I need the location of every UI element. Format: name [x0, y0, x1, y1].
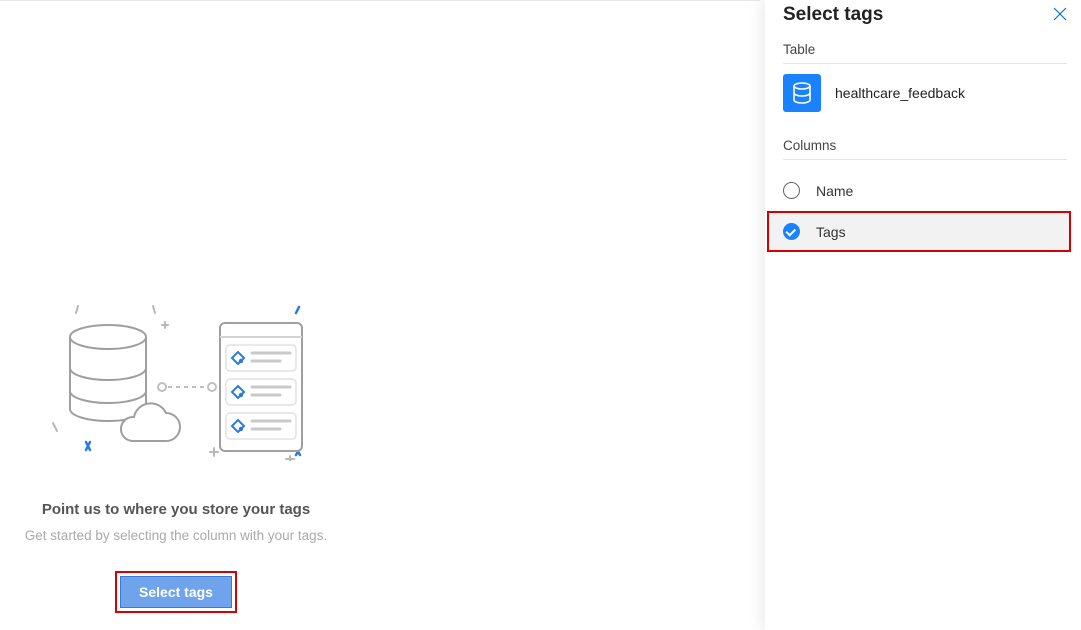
divider [783, 63, 1067, 64]
column-label: Tags [816, 224, 846, 240]
panel-header: Select tags [765, 4, 1081, 42]
database-icon [783, 74, 821, 112]
tags-illustration [46, 301, 306, 461]
select-tags-button[interactable]: Select tags [120, 576, 232, 608]
divider [783, 159, 1067, 160]
empty-state: Point us to where you store your tags Ge… [0, 301, 352, 613]
column-label: Name [816, 183, 853, 199]
columns-section: Columns Name Tags [765, 138, 1081, 252]
empty-state-subtitle: Get started by selecting the column with… [0, 528, 352, 543]
column-option-name[interactable]: Name [765, 170, 1081, 211]
radio-unchecked-icon [783, 182, 800, 199]
column-option-tags[interactable]: Tags [767, 211, 1071, 252]
selected-table-row: healthcare_feedback [765, 74, 1081, 126]
table-name: healthcare_feedback [835, 85, 965, 101]
empty-state-title: Point us to where you store your tags [0, 501, 352, 518]
panel-title: Select tags [783, 4, 883, 26]
main-content: Point us to where you store your tags Ge… [0, 0, 760, 630]
radio-checked-icon [783, 223, 800, 240]
select-tags-panel: Select tags Table healthcare_feedback Co… [765, 0, 1081, 630]
table-section-label: Table [765, 42, 1081, 63]
close-icon[interactable] [1053, 4, 1067, 24]
select-tags-button-highlight: Select tags [115, 571, 237, 613]
columns-section-label: Columns [765, 138, 1081, 159]
